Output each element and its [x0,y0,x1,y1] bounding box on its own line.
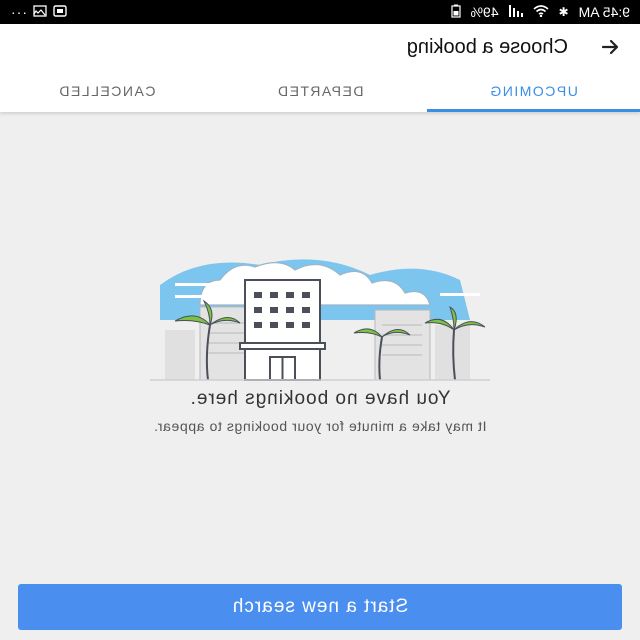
start-new-search-button[interactable]: Start a new search [18,584,622,630]
hotel-with-palm-trees-illustration [150,259,490,381]
battery-icon [450,4,461,21]
wifi-icon [533,4,549,20]
signal-icon [508,4,523,20]
empty-state-subtext: It may take a minute for your bookings t… [153,418,487,434]
screen: 9:45 AM ✱ 49% ··· Choose a booking UPCOM… [0,0,640,640]
notification-icon [53,4,67,20]
status-bar: 9:45 AM ✱ 49% ··· [0,0,640,24]
tab-upcoming[interactable]: UPCOMING [427,70,640,112]
status-bar-right: ··· [10,4,67,20]
page-title: Choose a booking [406,35,568,58]
battery-percent: 49% [470,4,499,20]
tab-cancelled[interactable]: CANCELLED [0,70,213,112]
app-bar: Choose a booking [0,24,640,70]
status-bar-left: 9:45 AM ✱ 49% [450,4,630,21]
empty-state-heading: You have no bookings here. [189,388,451,409]
arrow-back-icon [601,39,619,55]
tab-bar: UPCOMING DEPARTED CANCELLED [0,70,640,112]
tab-departed[interactable]: DEPARTED [213,70,426,112]
bluetooth-icon: ✱ [558,5,569,19]
back-button[interactable] [598,35,622,59]
overflow-dots-icon: ··· [10,4,27,20]
status-time: 9:45 AM [578,4,630,20]
image-icon [33,4,47,20]
